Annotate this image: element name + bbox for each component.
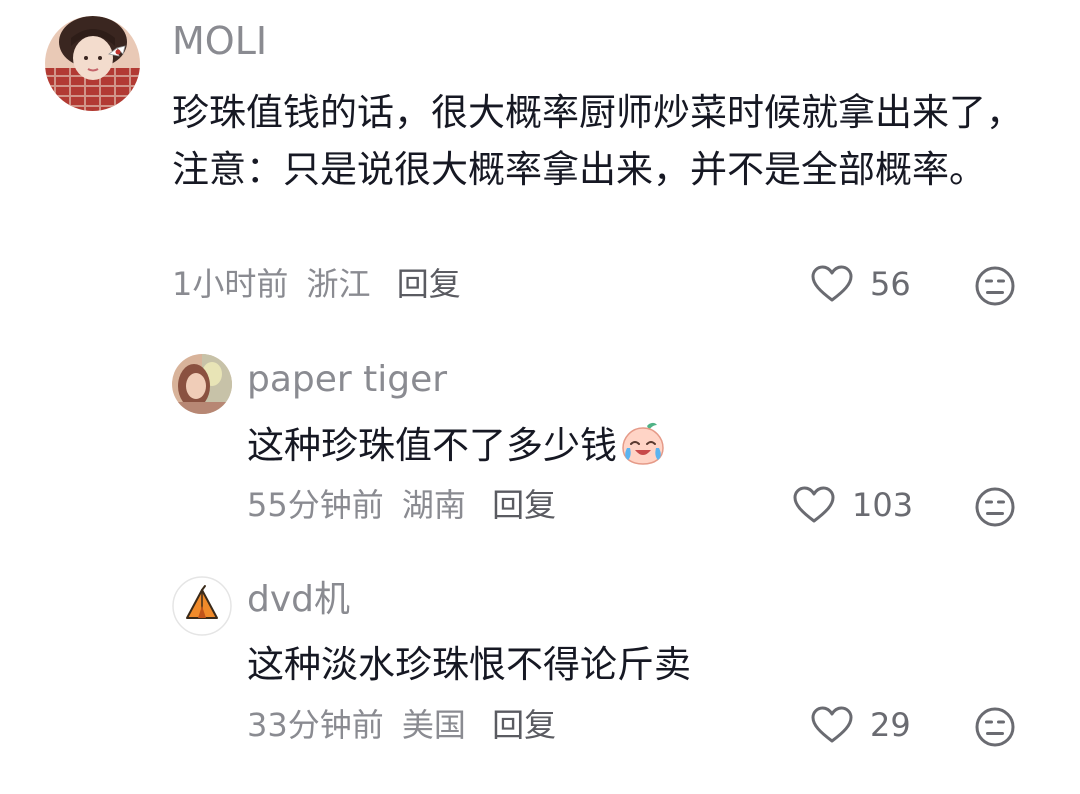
location: 湖南	[401, 486, 466, 524]
meh-face-icon	[975, 266, 1015, 306]
location: 浙江	[306, 265, 371, 303]
heart-outline-icon	[793, 486, 835, 523]
reply-item: paper tiger 这种珍珠值不了多少钱 55分钟前 湖南 回复 103	[0, 340, 1080, 550]
avatar[interactable]	[172, 354, 232, 414]
comment-text: 这种淡水珍珠恨不得论斤卖	[247, 643, 691, 686]
like-button[interactable]: 29	[810, 705, 911, 745]
reply-button[interactable]: 回复	[397, 268, 461, 300]
comment-meta: 33分钟前 美国 回复	[247, 709, 556, 741]
meh-face-icon	[975, 487, 1015, 527]
heart-outline-icon	[811, 706, 853, 743]
username[interactable]: MOLI	[172, 22, 267, 60]
meh-face-icon	[975, 707, 1015, 747]
comment-meta: 1小时前 浙江 回复	[172, 268, 461, 300]
like-count: 56	[870, 265, 911, 303]
timestamp: 1小时前	[172, 265, 289, 303]
like-button[interactable]: 103	[792, 485, 913, 525]
timestamp: 33分钟前	[247, 706, 384, 744]
reply-button[interactable]: 回复	[492, 709, 556, 741]
tent-icon	[172, 576, 232, 636]
comment-item: MOLI 珍珠值钱的话，很大概率厨师炒菜时候就拿出来了，注意：只是说很大概率拿出…	[0, 0, 1080, 330]
location: 美国	[401, 706, 466, 744]
dislike-button[interactable]	[974, 486, 1016, 528]
username[interactable]: dvd机	[247, 582, 350, 618]
like-count: 29	[870, 706, 911, 744]
comment-meta: 55分钟前 湖南 回复	[247, 489, 556, 521]
like-count: 103	[852, 486, 914, 524]
heart-outline-icon	[811, 265, 853, 302]
avatar[interactable]	[172, 576, 232, 636]
reply-button[interactable]: 回复	[492, 489, 556, 521]
like-button[interactable]: 56	[810, 264, 911, 304]
dislike-button[interactable]	[974, 265, 1016, 307]
comment-text-body: 这种珍珠值不了多少钱	[247, 424, 617, 467]
avatar-image	[172, 354, 232, 414]
username[interactable]: paper tiger	[247, 362, 447, 398]
timestamp: 55分钟前	[247, 486, 384, 524]
comment-text: 这种珍珠值不了多少钱	[247, 420, 667, 479]
crying-laughing-peach-emoji	[619, 420, 667, 479]
avatar-image	[45, 16, 140, 111]
reply-item: dvd机 这种淡水珍珠恨不得论斤卖 33分钟前 美国 回复 29	[0, 560, 1080, 794]
comment-text: 珍珠值钱的话，很大概率厨师炒菜时候就拿出来了，注意：只是说很大概率拿出来，并不是…	[172, 91, 1023, 191]
dislike-button[interactable]	[974, 706, 1016, 748]
avatar[interactable]	[45, 16, 140, 111]
